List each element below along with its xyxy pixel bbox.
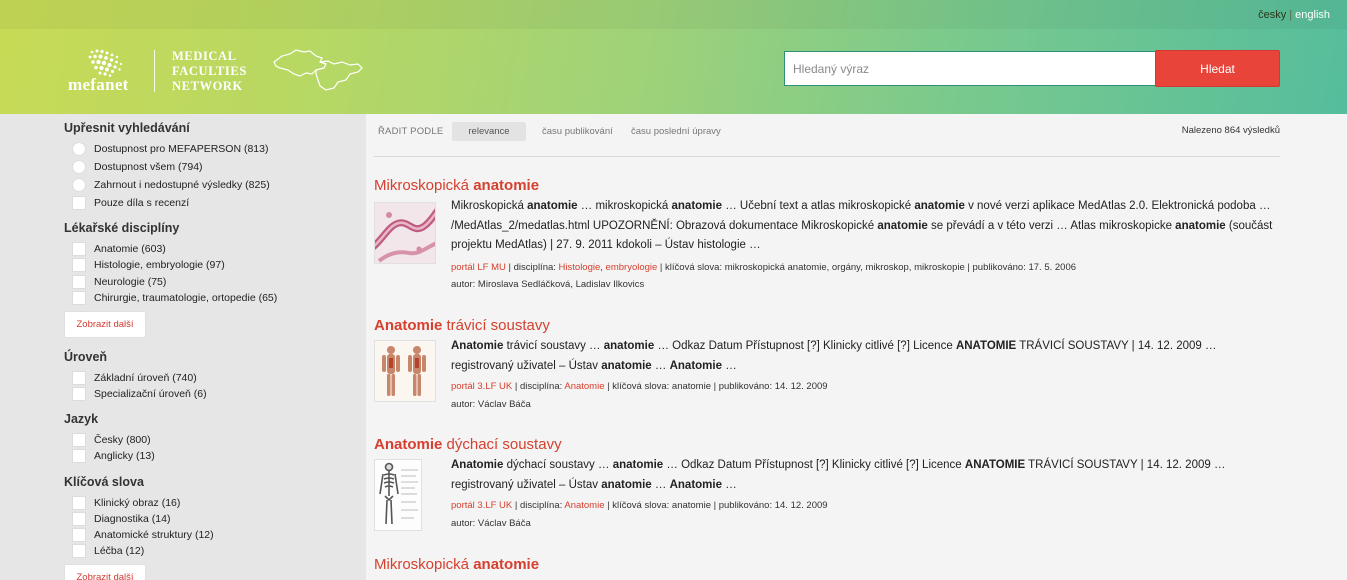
lang-czech-link[interactable]: česky xyxy=(1258,9,1286,21)
refine-title: Upřesnit vyhledávání xyxy=(64,121,190,135)
result-author-2: autor: Václav Báča xyxy=(451,399,531,410)
checkbox-icon[interactable] xyxy=(72,528,86,542)
result-thumbnail-3[interactable] xyxy=(374,459,422,531)
logo-line-3: NETWORK xyxy=(172,79,243,93)
result-meta-2: portál 3.LF UK | disciplína: Anatomie | … xyxy=(451,381,828,392)
checkbox-icon[interactable] xyxy=(72,449,86,463)
sort-published-link[interactable]: času publikování xyxy=(542,126,613,137)
checkbox-icon[interactable] xyxy=(72,242,86,256)
radio-icon[interactable] xyxy=(72,160,86,174)
language-switcher: česky | english xyxy=(1258,9,1330,21)
result-meta-3: portál 3.LF UK | disciplína: Anatomie | … xyxy=(451,500,828,511)
keywords-more-button[interactable]: Zobrazit další xyxy=(64,564,146,580)
result-title-2[interactable]: Anatomie trávicí soustavy xyxy=(374,317,550,334)
lang-separator: | xyxy=(1289,9,1293,21)
result-snippet-1: Mikroskopická anatomie … mikroskopická a… xyxy=(451,200,1273,251)
result-thumbnail-1[interactable] xyxy=(374,202,436,264)
language-title: Jazyk xyxy=(64,412,99,426)
result-thumbnail-2[interactable] xyxy=(374,340,436,402)
filter-sidebar: Upřesnit vyhledávání Dostupnost pro MEFA… xyxy=(0,114,366,580)
checkbox-icon[interactable] xyxy=(72,258,86,272)
result-title-4[interactable]: Mikroskopická anatomie xyxy=(374,556,539,573)
result-title-1[interactable]: Mikroskopická anatomie xyxy=(374,177,539,194)
mefanet-dots-icon xyxy=(88,49,123,77)
keywords-title: Klíčová slova xyxy=(64,475,144,489)
logo-divider xyxy=(154,50,155,92)
result-snippet-3: Anatomie dýchací soustavy … anatomie … O… xyxy=(451,459,1226,491)
result-discipline-link-1b[interactable]: embryologie xyxy=(606,262,658,273)
logo-line-2: FACULTIES xyxy=(172,64,247,78)
checkbox-icon[interactable] xyxy=(72,387,86,401)
result-author-1: autor: Miroslava Sedláčková, Ladislav Il… xyxy=(451,279,645,290)
checkbox-icon[interactable] xyxy=(72,196,86,210)
result-portal-link-2[interactable]: portál 3.LF UK xyxy=(451,381,512,392)
results-count: Nalezeno 864 výsledků xyxy=(1181,125,1280,136)
result-portal-link-3[interactable]: portál 3.LF UK xyxy=(451,500,512,511)
top-bar: česky | english xyxy=(0,0,1347,29)
histology-image xyxy=(375,203,435,263)
checkbox-icon[interactable] xyxy=(72,275,86,289)
result-meta-1: portál LF MU | disciplína: Histologie, e… xyxy=(451,262,1077,273)
anatomy-figures-image xyxy=(375,341,435,401)
logo-network-text: MEDICAL FACULTIES NETWORK xyxy=(172,49,247,94)
sort-modified-link[interactable]: času poslední úpravy xyxy=(631,126,721,137)
lang-english-link[interactable]: english xyxy=(1295,9,1330,21)
radio-icon[interactable] xyxy=(72,142,86,156)
result-portal-link-1[interactable]: portál LF MU xyxy=(451,262,506,273)
disciplines-more-button[interactable]: Zobrazit další xyxy=(64,311,146,338)
result-discipline-link-1[interactable]: Histologie xyxy=(559,262,601,273)
result-snippet-2: Anatomie trávicí soustavy … anatomie … O… xyxy=(451,340,1217,372)
result-discipline-link-3[interactable]: Anatomie xyxy=(564,500,604,511)
sort-relevance-button[interactable]: relevance xyxy=(452,122,526,141)
search-button[interactable]: Hledat xyxy=(1155,50,1280,87)
checkbox-icon[interactable] xyxy=(72,496,86,510)
site-header: česky | english mefanet MEDICAL FACULTIES … xyxy=(0,0,1347,114)
logo-line-1: MEDICAL xyxy=(172,49,237,63)
checkbox-icon[interactable] xyxy=(72,433,86,447)
checkbox-icon[interactable] xyxy=(72,544,86,558)
checkbox-icon[interactable] xyxy=(72,291,86,305)
checkbox-icon[interactable] xyxy=(72,371,86,385)
result-author-3: autor: Václav Báča xyxy=(451,518,531,529)
radio-icon[interactable] xyxy=(72,178,86,192)
skeleton-image xyxy=(375,460,421,530)
sort-divider xyxy=(374,156,1280,157)
disciplines-title: Lékařské disciplíny xyxy=(64,221,180,235)
level-title: Úroveň xyxy=(64,350,108,364)
result-title-3[interactable]: Anatomie dýchací soustavy xyxy=(374,436,562,453)
mefanet-logo[interactable]: mefanet MEDICAL FACULTIES NETWORK xyxy=(68,48,368,96)
search-input[interactable] xyxy=(784,51,1156,86)
sort-label: ŘADIT PODLE xyxy=(378,126,444,137)
result-discipline-link-2[interactable]: Anatomie xyxy=(564,381,604,392)
czech-slovak-map-icon xyxy=(273,49,363,91)
checkbox-icon[interactable] xyxy=(72,512,86,526)
logo-brand-text: mefanet xyxy=(68,75,129,94)
